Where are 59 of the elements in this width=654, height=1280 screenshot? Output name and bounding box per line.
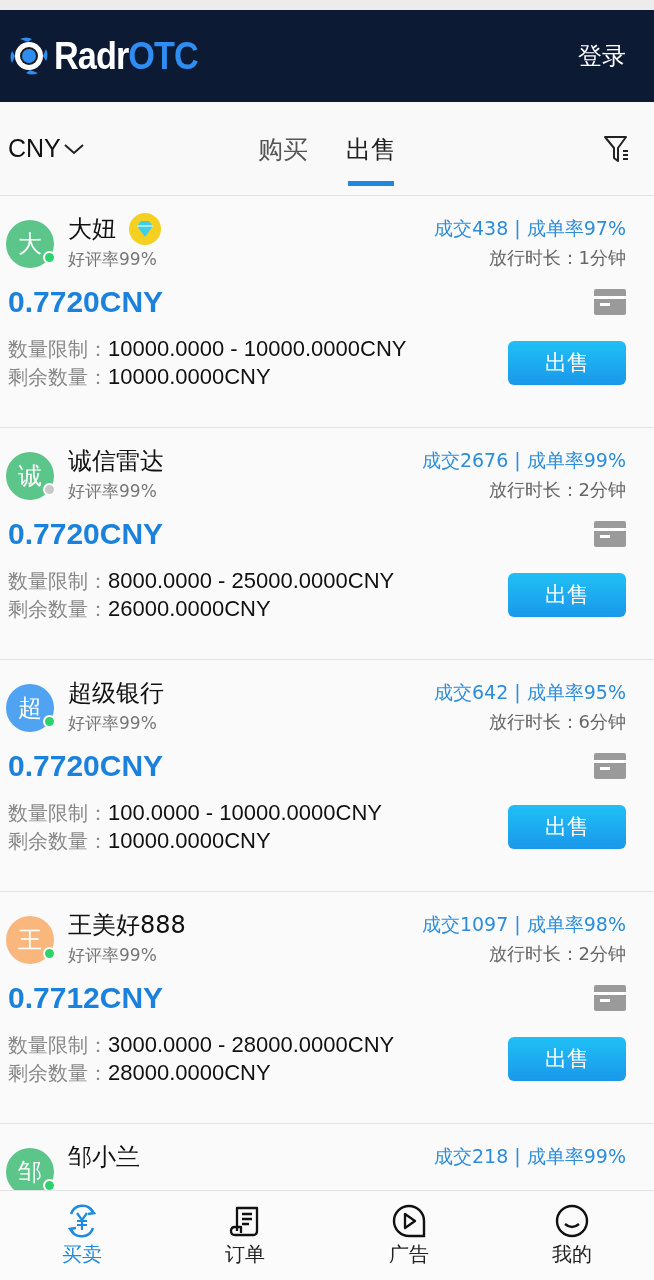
limit-label: 数量限制： <box>8 1033 108 1057</box>
nav-tab[interactable]: 广告 <box>358 1203 459 1268</box>
release-time: 放行时长：6分钟 <box>487 710 626 734</box>
trade-stats: 成交1097 | 成单率98% <box>421 912 626 938</box>
nav-tab[interactable]: 订单 <box>195 1203 296 1268</box>
release-time: 放行时长：1分钟 <box>487 246 626 270</box>
bank-card-icon <box>594 753 626 779</box>
bank-card-icon <box>594 521 626 547</box>
price: 0.7720CNY <box>8 517 164 551</box>
trade-stats: 成交438 | 成单率97% <box>434 216 626 242</box>
logo-text: RadrOTC <box>54 34 198 78</box>
play-icon <box>390 1203 427 1239</box>
tab[interactable]: 出售 <box>346 102 396 196</box>
bank-card-icon <box>594 985 626 1011</box>
price: 0.7720CNY <box>8 749 164 783</box>
avatar: 王 <box>6 916 54 964</box>
trade-stats: 成交218 | 成单率99% <box>434 1144 626 1170</box>
remaining-value: 26000.0000CNY <box>108 596 271 621</box>
trade-stats: 成交642 | 成单率95% <box>434 680 626 706</box>
nav-tab[interactable]: 我的 <box>522 1203 623 1268</box>
rating-text: 好评率99% <box>68 712 158 735</box>
avatar: 大 <box>6 220 54 268</box>
limit-label: 数量限制： <box>8 801 108 825</box>
limit-label: 数量限制： <box>8 569 108 593</box>
remaining-value: 10000.0000CNY <box>108 828 271 853</box>
remaining-label: 剩余数量： <box>8 1061 108 1085</box>
trade-stats: 成交2676 | 成单率99% <box>421 448 626 474</box>
remaining-label: 剩余数量： <box>8 597 108 621</box>
remaining-value: 28000.0000CNY <box>108 1060 271 1085</box>
currency-dropdown[interactable]: CNY <box>8 134 85 163</box>
rating-text: 好评率99% <box>68 480 158 503</box>
remaining-value: 10000.0000CNY <box>108 364 271 389</box>
price: 0.7720CNY <box>8 285 164 319</box>
login-link[interactable]: 登录 <box>578 40 626 72</box>
bank-card-icon <box>594 289 626 315</box>
user-name: 大妞 <box>68 214 116 245</box>
nav-tab[interactable]: 买卖 <box>31 1203 132 1268</box>
user-name: 诚信雷达 <box>68 446 164 477</box>
remaining-label: 剩余数量： <box>8 365 108 389</box>
user-name: 王美好888 <box>68 910 186 941</box>
user-name: 邹小兰 <box>68 1142 140 1173</box>
avatar: 邹 <box>6 1148 54 1190</box>
caret-icon <box>62 141 85 156</box>
limit-value: 8000.0000 - 25000.0000CNY <box>108 568 395 593</box>
limit-value: 10000.0000 - 10000.0000CNY <box>108 336 407 361</box>
rating-text: 好评率99% <box>68 248 158 271</box>
release-time: 放行时长：2分钟 <box>487 478 626 502</box>
user-name: 超级银行 <box>68 678 164 709</box>
price: 0.7712CNY <box>8 981 164 1015</box>
avatar: 超 <box>6 684 54 732</box>
avatar: 诚 <box>6 452 54 500</box>
rating-text: 好评率99% <box>68 944 158 967</box>
limit-value: 100.0000 - 10000.0000CNY <box>108 800 382 825</box>
release-time: 放行时长：2分钟 <box>487 942 626 966</box>
limit-label: 数量限制： <box>8 337 108 361</box>
remaining-label: 剩余数量： <box>8 829 108 853</box>
limit-value: 3000.0000 - 28000.0000CNY <box>108 1032 395 1057</box>
smiley-icon <box>554 1203 591 1239</box>
tab[interactable]: 购买 <box>258 102 308 196</box>
